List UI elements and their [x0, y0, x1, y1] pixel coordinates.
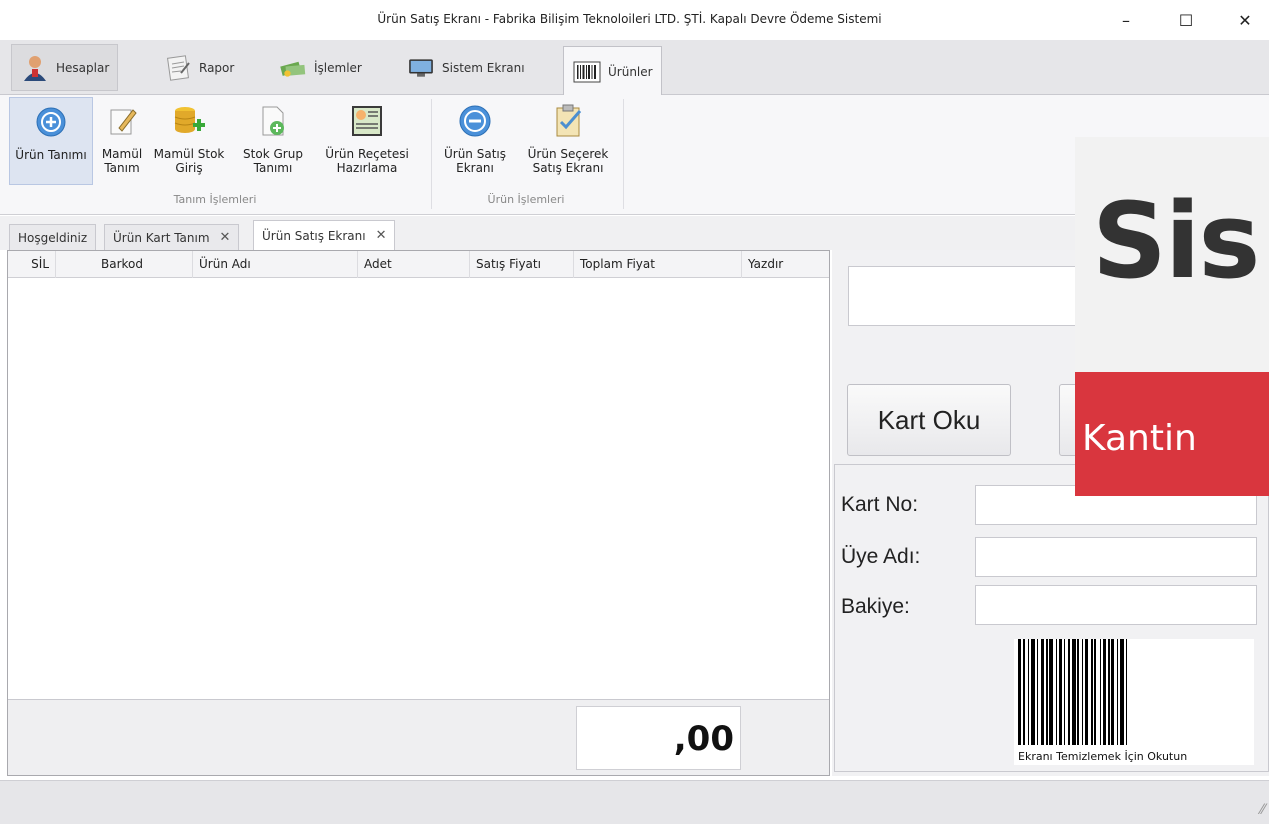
column-header-toplam-fiyat[interactable]: Toplam Fiyat	[574, 251, 742, 278]
bakiye-field[interactable]	[975, 585, 1257, 625]
close-icon[interactable]: ✕	[376, 228, 387, 243]
uye-adi-label: Üye Adı:	[841, 545, 921, 568]
button-label: Ürün Satış Ekranı	[443, 147, 506, 175]
report-icon	[163, 53, 193, 83]
close-button[interactable]: ✕	[1222, 0, 1268, 40]
ribbon-panel: Ürün Tanımı Mamül Tanım Mamül Stok Giriş…	[0, 95, 1269, 215]
clipboard-check-icon	[550, 103, 586, 139]
doc-tab-label: Hoşgeldiniz	[18, 230, 88, 245]
doc-tab-hosgeldiniz[interactable]: Hoşgeldiniz	[9, 224, 97, 250]
ribbon-tab-bar: Hesaplar Rapor İşlemler Sistem Ekranı Ür…	[0, 40, 1269, 96]
kart-oku-button[interactable]: Kart Oku	[847, 384, 1011, 456]
uye-adi-field[interactable]	[975, 537, 1257, 577]
button-label: Mamül Stok Giriş	[153, 147, 225, 175]
group-label-urun: Ürün İşlemleri	[487, 193, 565, 206]
tab-islemler[interactable]: İşlemler	[270, 44, 370, 91]
tab-label: Sistem Ekranı	[442, 60, 525, 75]
sales-grid[interactable]: SİL Barkod Ürün Adı Adet Satış Fiyatı To…	[7, 250, 830, 776]
card-panel: Kart Oku Temizle Kart No: Üye Adı: Bakiy…	[832, 250, 1269, 776]
urun-secerek-satis-ekrani-button[interactable]: Ürün Seçerek Satış Ekranı	[518, 97, 618, 185]
status-bar: ⁄⁄	[0, 780, 1269, 824]
column-header-yazdir[interactable]: Yazdır	[742, 251, 829, 278]
grid-header: SİL Barkod Ürün Adı Adet Satış Fiyatı To…	[8, 251, 829, 278]
resize-grip-icon[interactable]: ⁄⁄	[1260, 802, 1265, 818]
doc-tab-label: Ürün Satış Ekranı	[262, 228, 366, 243]
title-bar: Ürün Satış Ekranı - Fabrika Bilişim Tekn…	[0, 0, 1269, 40]
clear-barcode: Ekranı Temizlemek İçin Okutun	[1014, 639, 1254, 765]
column-header-satis-fiyati[interactable]: Satış Fiyatı	[470, 251, 574, 278]
stok-grup-tanimi-button[interactable]: Stok Grup Tanımı	[234, 97, 312, 185]
document-add-icon	[255, 103, 291, 139]
monitor-icon	[406, 53, 436, 83]
window-title: Ürün Satış Ekranı - Fabrika Bilişim Tekn…	[377, 12, 882, 26]
tab-label: Ürünler	[608, 64, 653, 79]
temizle-button[interactable]: Temizle	[1059, 384, 1252, 456]
doc-tab-label: Ürün Kart Tanım	[113, 230, 210, 245]
minimize-button[interactable]: –	[1103, 0, 1149, 40]
barcode-icon	[572, 57, 602, 87]
total-amount: ,00	[576, 706, 741, 770]
doc-tab-urun-satis-ekrani[interactable]: Ürün Satış Ekranı ✕	[253, 220, 396, 250]
mamul-tanim-button[interactable]: Mamül Tanım	[96, 97, 148, 185]
maximize-button[interactable]: ☐	[1163, 0, 1209, 40]
column-header-sil[interactable]: SİL	[8, 251, 56, 278]
column-header-barkod[interactable]: Barkod	[95, 251, 193, 278]
button-label: Mamül Tanım	[101, 147, 143, 175]
bakiye-label: Bakiye:	[841, 595, 910, 618]
pencil-icon	[104, 103, 140, 139]
tab-sistem-ekrani[interactable]: Sistem Ekranı	[398, 44, 533, 91]
database-add-icon	[171, 103, 207, 139]
add-circle-icon	[33, 104, 69, 140]
money-icon	[278, 53, 308, 83]
tab-label: Rapor	[199, 60, 235, 75]
group-label-tanim: Tanım İşlemleri	[173, 193, 257, 206]
urun-recetesi-hazirlama-button[interactable]: Ürün Reçetesi Hazırlama	[312, 97, 422, 185]
button-label: Ürün Seçerek Satış Ekranı	[527, 147, 609, 175]
urun-tanimi-button[interactable]: Ürün Tanımı	[9, 97, 93, 185]
grid-footer: ,00	[8, 699, 829, 775]
tab-urunler[interactable]: Ürünler	[563, 46, 662, 96]
barcode-bar	[1127, 639, 1130, 745]
user-icon	[20, 53, 50, 83]
button-label: Stok Grup Tanımı	[243, 147, 303, 175]
document-tab-bar: Hoşgeldiniz Ürün Kart Tanım ✕ Ürün Satış…	[0, 216, 1269, 250]
barcode-caption: Ekranı Temizlemek İçin Okutun	[1018, 750, 1188, 763]
tab-label: İşlemler	[314, 60, 362, 75]
button-label: Ürün Reçetesi Hazırlama	[325, 147, 409, 175]
barcode-input[interactable]	[848, 266, 1268, 326]
kart-no-label: Kart No:	[841, 493, 919, 516]
kart-no-field[interactable]	[975, 485, 1257, 525]
button-label: Ürün Tanımı	[15, 148, 87, 162]
tab-hesaplar[interactable]: Hesaplar	[11, 44, 119, 91]
barcode-bars	[1018, 639, 1250, 745]
doc-tab-urun-kart-tanim[interactable]: Ürün Kart Tanım ✕	[104, 224, 240, 250]
tab-rapor[interactable]: Rapor	[155, 44, 242, 91]
urun-satis-ekrani-button[interactable]: Ürün Satış Ekranı	[436, 97, 514, 185]
minus-circle-icon	[457, 103, 493, 139]
recipe-icon	[349, 103, 385, 139]
group-separator	[431, 99, 432, 209]
mamul-stok-giris-button[interactable]: Mamül Stok Giriş	[146, 97, 232, 185]
column-header-adet[interactable]: Adet	[358, 251, 470, 278]
column-header-urun-adi[interactable]: Ürün Adı	[193, 251, 358, 278]
tab-label: Hesaplar	[56, 60, 110, 75]
close-icon[interactable]: ✕	[220, 230, 231, 245]
group-separator	[623, 99, 624, 209]
